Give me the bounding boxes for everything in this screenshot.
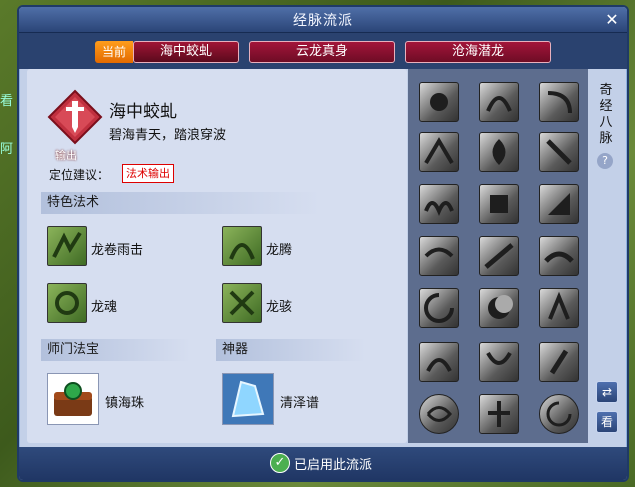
meridian-node-icon[interactable]	[479, 288, 519, 328]
positioning-badge: 法术输出	[122, 164, 174, 183]
meridian-node-icon[interactable]	[419, 288, 459, 328]
positioning-label: 定位建议：	[49, 168, 110, 182]
background-text: 看	[0, 94, 14, 109]
sword-diamond-icon	[47, 89, 103, 145]
meridian-core-icon[interactable]	[479, 394, 519, 434]
close-icon[interactable]: ✕	[603, 11, 621, 29]
artifact-header: 神器	[216, 339, 366, 361]
meridian-node-icon[interactable]	[419, 132, 459, 172]
meridian-side-column: 奇经八脉 ? ⇄ 看	[588, 69, 626, 443]
status-text: 已启用此流派	[294, 458, 373, 473]
meridian-node-icon[interactable]	[479, 132, 519, 172]
skill-label-4: 龙骇	[266, 300, 293, 315]
school-info-panel: 输出 海中蛟虬 碧海青天，踏浪穿波 定位建议： 法术输出 特色法术 龙卷雨击 龙…	[27, 69, 407, 443]
window-title: 经脉流派	[293, 13, 353, 29]
meridian-node-icon[interactable]	[479, 342, 519, 382]
meridian-title: 奇经八脉	[599, 83, 613, 146]
dragon-soul-icon[interactable]	[47, 283, 87, 323]
meridian-node-icon[interactable]	[539, 132, 579, 172]
status-bar: ✓ 已启用此流派	[19, 447, 627, 480]
special-spells-header: 特色法术	[41, 192, 321, 214]
meridian-node-icon[interactable]	[419, 82, 459, 122]
titlebar: 经脉流派 ✕	[19, 7, 627, 33]
help-icon[interactable]: ?	[597, 153, 613, 169]
meridian-node-icon[interactable]	[479, 236, 519, 276]
meridian-core-icon[interactable]	[539, 394, 579, 434]
meridian-node-icon[interactable]	[419, 342, 459, 382]
meridian-node-icon[interactable]	[539, 342, 579, 382]
meridian-node-icon[interactable]	[539, 288, 579, 328]
hero-description: 碧海青天，踏浪穿波	[109, 128, 227, 143]
meridian-core-icon[interactable]	[419, 394, 459, 434]
sect-treasure-header: 师门法宝	[41, 339, 191, 361]
dragon-rise-icon[interactable]	[222, 226, 262, 266]
current-badge: 当前	[95, 41, 133, 63]
meridian-node-icon[interactable]	[419, 236, 459, 276]
dragon-terror-icon[interactable]	[222, 283, 262, 323]
meridian-node-icon[interactable]	[479, 184, 519, 224]
hero-name: 海中蛟虬	[109, 102, 177, 122]
meridian-school-window: 经脉流派 ✕ 当前 海中蛟虬 云龙真身 沧海潜龙 输出 海中蛟虬 碧海青天，踏浪…	[17, 5, 629, 482]
tab-hai-zhong-jiao-qiu[interactable]: 海中蛟虬	[133, 41, 239, 63]
tab-yun-long-zhen-shen[interactable]: 云龙真身	[249, 41, 395, 63]
tab-cang-hai-qian-long[interactable]: 沧海潜龙	[405, 41, 551, 63]
skill-label-3: 龙魂	[91, 300, 118, 315]
swap-icon[interactable]: ⇄	[596, 381, 618, 403]
crystal-score-icon[interactable]	[222, 373, 274, 425]
tabs-bar: 当前 海中蛟虬 云龙真身 沧海潜龙	[19, 33, 627, 69]
treasure-label: 镇海珠	[105, 396, 145, 411]
meridian-node-icon[interactable]	[539, 184, 579, 224]
check-icon: ✓	[270, 453, 290, 473]
view-button[interactable]: 看	[596, 411, 618, 433]
meridian-node-icon[interactable]	[479, 82, 519, 122]
hero-role-tag: 输出	[55, 149, 77, 162]
dragon-storm-icon[interactable]	[47, 226, 87, 266]
pearl-chest-icon[interactable]	[47, 373, 99, 425]
meridian-node-icon[interactable]	[539, 82, 579, 122]
meridian-node-icon[interactable]	[419, 184, 459, 224]
skill-label-1: 龙卷雨击	[91, 243, 144, 258]
meridian-node-icon[interactable]	[539, 236, 579, 276]
skill-label-2: 龙腾	[266, 243, 293, 258]
background-text: 阿	[0, 142, 14, 157]
meridian-grid	[408, 69, 588, 443]
artifact-label: 清泽谱	[280, 396, 320, 411]
